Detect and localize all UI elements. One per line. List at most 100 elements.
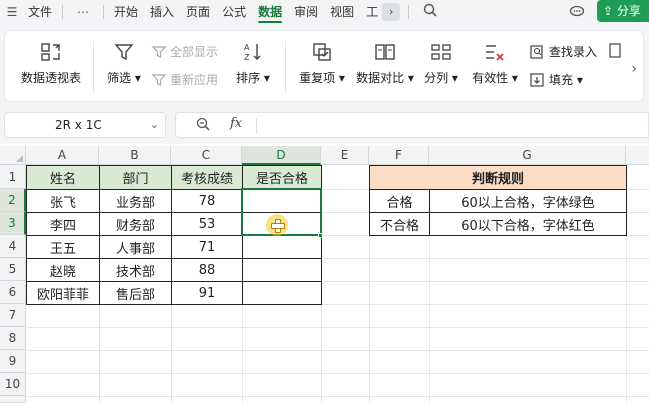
cell-d6[interactable] (243, 282, 321, 304)
row-header-10[interactable]: 10 (0, 373, 26, 396)
filter-icon (114, 44, 134, 61)
duplicates-label: 重复项 ▾ (299, 71, 345, 85)
table-border (26, 281, 322, 282)
more-tool-button[interactable] (609, 43, 623, 59)
sort-button[interactable]: AZ 排序 ▾ (231, 41, 275, 86)
rule-table-title[interactable]: 判断规则 (370, 166, 626, 189)
cell-a5[interactable]: 赵晓 (27, 259, 99, 281)
tab-home[interactable]: 开始 (108, 0, 144, 24)
search-icon[interactable] (423, 3, 437, 21)
cell-c1[interactable]: 考核成绩 (172, 166, 242, 189)
cell-b3[interactable]: 财务部 (100, 213, 171, 235)
cell-b6[interactable]: 售后部 (100, 282, 171, 304)
column-header-c[interactable]: C (171, 146, 242, 165)
find-entry-icon (530, 44, 543, 59)
column-header-a[interactable]: A (26, 146, 99, 165)
tab-data[interactable]: 数据 (252, 0, 288, 24)
row-header-4[interactable]: 4 (0, 235, 26, 258)
row-header-6[interactable]: 6 (0, 281, 26, 304)
more-menu-button[interactable]: ⋯ (67, 0, 99, 24)
column-header-g[interactable]: G (429, 146, 626, 165)
cell-a6[interactable]: 欧阳菲菲 (27, 282, 99, 304)
cell-a1[interactable]: 姓名 (27, 166, 99, 189)
reapply-label: 重新应用 (170, 73, 219, 87)
tab-page[interactable]: 页面 (180, 0, 216, 24)
fx-icon[interactable]: fx (230, 116, 242, 131)
row-header-8[interactable]: 8 (0, 327, 26, 350)
tab-tools[interactable]: 工 (360, 0, 378, 24)
cell-c2[interactable]: 78 (172, 190, 242, 212)
share-button[interactable]: ⇪ 分享 (597, 0, 649, 22)
divider (62, 5, 64, 19)
cell-c6[interactable]: 91 (172, 282, 242, 304)
row-header-2[interactable]: 2 (0, 189, 26, 212)
gridline (26, 373, 649, 374)
data-compare-button[interactable]: 数据对比 ▾ (353, 41, 417, 86)
cell-b4[interactable]: 人事部 (100, 236, 171, 258)
validity-button[interactable]: 有效性 ▾ (469, 41, 521, 86)
fill-button[interactable]: 填充 ▾ (529, 71, 583, 88)
cell-c4[interactable]: 71 (172, 236, 242, 258)
cell-f2[interactable]: 合格 (370, 190, 429, 212)
cell-g3[interactable]: 60以下合格，字体红色 (430, 213, 626, 235)
menu-file[interactable]: 文件 (22, 0, 58, 24)
row-header-5[interactable]: 5 (0, 258, 26, 281)
cell-f3[interactable]: 不合格 (370, 213, 429, 235)
duplicates-button[interactable]: 重复项 ▾ (295, 41, 349, 86)
fill-icon (530, 72, 544, 87)
column-header-f[interactable]: F (369, 146, 429, 165)
split-column-button[interactable]: 分列 ▾ (423, 41, 459, 86)
column-header-d[interactable]: D (242, 146, 321, 165)
cell-d4[interactable] (243, 236, 321, 258)
cell-b1[interactable]: 部门 (100, 166, 171, 189)
divider (408, 5, 410, 19)
column-header-b[interactable]: B (99, 146, 171, 165)
cloud-sync-icon[interactable] (569, 2, 585, 22)
tab-review[interactable]: 审阅 (288, 0, 324, 24)
cell-b2[interactable]: 业务部 (100, 190, 171, 212)
cell-b5[interactable]: 技术部 (100, 259, 171, 281)
chevron-down-icon[interactable]: ⌄ (150, 113, 159, 137)
column-header-h[interactable] (626, 146, 649, 165)
row-header-1[interactable]: 1 (0, 165, 26, 189)
compare-icon (375, 44, 395, 60)
cell-d1[interactable]: 是否合格 (243, 166, 321, 189)
pivot-table-button[interactable]: 数据透视表 (19, 41, 83, 86)
divider (256, 118, 257, 134)
show-all-button[interactable]: 全部显示 (151, 43, 218, 60)
cell-a3[interactable]: 李四 (27, 213, 99, 235)
select-all-corner[interactable] (0, 146, 26, 165)
row-header-9[interactable]: 9 (0, 350, 26, 373)
name-box[interactable]: 2R x 1C ⌄ (4, 112, 166, 138)
filter-button[interactable]: 筛选 ▾ (105, 41, 143, 86)
table-border (369, 165, 627, 166)
gridline (26, 396, 649, 397)
row-header-11[interactable] (0, 396, 26, 403)
table-border (626, 165, 627, 236)
column-header-e[interactable]: E (321, 146, 369, 165)
data-compare-label: 数据对比 ▾ (356, 71, 414, 85)
table-border (99, 165, 100, 305)
tab-formula[interactable]: 公式 (216, 0, 252, 24)
cell-c3[interactable]: 53 (172, 213, 242, 235)
find-entry-button[interactable]: 查找录入 (529, 43, 597, 60)
chevron-right-icon[interactable]: › (382, 3, 401, 21)
spreadsheet-grid[interactable]: A B C D E F G 1 2 3 4 5 6 7 8 9 10 姓名 部门… (0, 146, 649, 403)
row-header-3[interactable]: 3 (0, 212, 26, 235)
cell-a2[interactable]: 张飞 (27, 190, 99, 212)
sort-label: 排序 ▾ (236, 71, 270, 85)
cell-c5[interactable]: 88 (172, 259, 242, 281)
tab-view[interactable]: 视图 (324, 0, 360, 24)
zoom-icon[interactable] (196, 117, 210, 134)
formula-bar[interactable]: fx (175, 112, 649, 138)
tab-insert[interactable]: 插入 (144, 0, 180, 24)
cell-g2[interactable]: 60以上合格，字体绿色 (430, 190, 626, 212)
reapply-button[interactable]: 重新应用 (151, 71, 218, 88)
divider (93, 41, 94, 93)
cell-a4[interactable]: 王五 (27, 236, 99, 258)
cell-d5[interactable] (243, 259, 321, 281)
fill-handle[interactable] (318, 233, 323, 238)
row-header-7[interactable]: 7 (0, 304, 26, 327)
chevron-right-icon[interactable]: › (631, 61, 637, 77)
menu-icon[interactable]: ☰ (2, 5, 22, 19)
